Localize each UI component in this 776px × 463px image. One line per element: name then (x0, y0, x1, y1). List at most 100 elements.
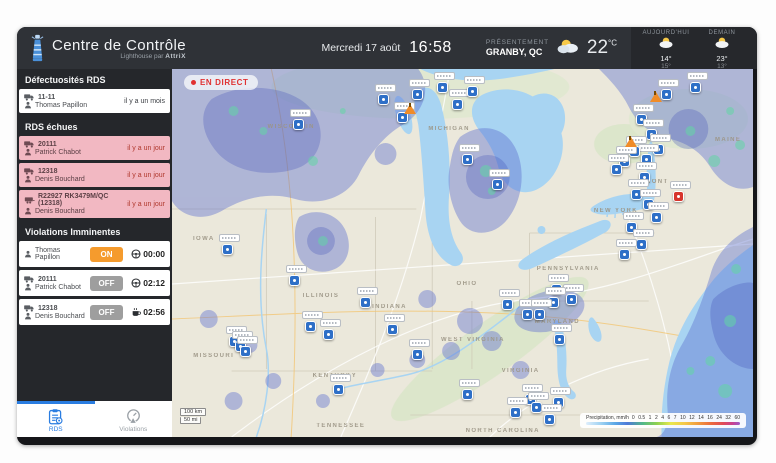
weather-map[interactable]: WISCONSINMICHIGANIOWAILLINOISINDIANAOHIO… (172, 69, 757, 437)
tab-rds[interactable]: RDS (17, 401, 95, 437)
vehicle-marker[interactable] (378, 94, 389, 105)
forecast-tomorrow: DEMAIN 23° 13° (701, 30, 743, 69)
unit-id: 12318 (38, 168, 57, 175)
truck-icon (24, 93, 35, 101)
vehicle-label-tag (320, 319, 341, 327)
scale-km: 100 km (180, 408, 206, 416)
alert-marker[interactable] (673, 191, 684, 202)
violation-card[interactable]: 20111 Patrick Chabot OFF 02:12 (19, 270, 170, 296)
vehicle-marker[interactable] (510, 407, 521, 418)
vehicle-marker[interactable] (566, 294, 577, 305)
state-label: INDIANA (372, 304, 407, 310)
truck-icon (24, 304, 35, 312)
warning-marker-icon[interactable] (625, 137, 637, 147)
overdue-card[interactable]: 20111 Patrick Chabot il y a un jour (19, 136, 170, 160)
driver-name: Patrick Chabot (35, 149, 81, 156)
vehicle-marker[interactable] (412, 89, 423, 100)
violation-card[interactable]: Thomas Papillon ON 00:00 (19, 241, 170, 267)
vehicle-marker[interactable] (412, 349, 423, 360)
timer-value: 02:56 (143, 307, 165, 317)
vehicle-marker[interactable] (492, 179, 503, 190)
vehicle-marker[interactable] (636, 239, 647, 250)
vehicle-marker[interactable] (534, 309, 545, 320)
vehicle-marker[interactable] (360, 297, 371, 308)
overdue-card[interactable]: R22927 RK3479M/QC (12318) Denis Bouchard… (19, 190, 170, 218)
duty-status-toggle[interactable]: ON (90, 247, 123, 262)
vehicle-marker[interactable] (323, 329, 334, 340)
vehicle-marker[interactable] (611, 164, 622, 175)
vehicle-marker[interactable] (690, 82, 701, 93)
vehicle-label-tag (633, 229, 654, 237)
legend-value: 10 (680, 415, 686, 421)
legend-value: 7 (674, 415, 677, 421)
vehicle-label-tag (541, 404, 562, 412)
tab-violations[interactable]: Violations (95, 401, 173, 437)
vehicle-marker[interactable] (222, 244, 233, 255)
vehicle-marker[interactable] (387, 324, 398, 335)
overdue-card[interactable]: 12318 Denis Bouchard il y a un jour (19, 163, 170, 187)
vehicle-marker[interactable] (437, 82, 448, 93)
cloud-sun-icon (555, 37, 581, 60)
vehicle-label-tag (687, 72, 708, 80)
duty-status-toggle[interactable]: OFF (90, 305, 123, 320)
duty-status-toggle[interactable]: OFF (90, 276, 123, 291)
legend-value: 0.5 (638, 415, 645, 421)
timer-value: 00:00 (143, 249, 165, 259)
vehicle-marker[interactable] (462, 389, 473, 400)
truck-icon (24, 140, 35, 148)
driver-name: Thomas Papillon (35, 247, 86, 261)
vehicle-marker[interactable] (289, 275, 300, 286)
driver-name: Denis Bouchard (35, 313, 85, 320)
vehicle-marker[interactable] (452, 99, 463, 110)
header-time: 16:58 (409, 39, 452, 57)
legend-value: 1 (649, 415, 652, 421)
defect-card[interactable]: 11-11 Thomas Papillon il y a un mois (19, 89, 170, 113)
state-label: ILLINOIS (303, 293, 340, 299)
vehicle-label-tag (658, 79, 679, 87)
vehicle-label-tag (545, 287, 566, 295)
legend-value: 24 (716, 415, 722, 421)
warning-marker-icon[interactable] (650, 92, 662, 102)
unit-id: 12318 (38, 305, 57, 312)
vehicle-marker[interactable] (522, 309, 533, 320)
legend-value: 0 (632, 415, 635, 421)
header-date: Mercredi 17 août (321, 42, 400, 54)
app-title: Centre de Contrôle (52, 37, 186, 54)
state-label: IOWA (193, 236, 215, 242)
vehicle-marker[interactable] (240, 346, 251, 357)
vehicle-label-tag (409, 339, 430, 347)
vehicle-label-tag (608, 154, 629, 162)
vehicle-marker[interactable] (544, 414, 555, 425)
logo: Centre de Contrôle Lighthouse par AttriX (29, 34, 186, 62)
vehicle-marker[interactable] (305, 321, 316, 332)
state-label: MISSOURI (193, 353, 234, 359)
vehicle-marker[interactable] (554, 334, 565, 345)
vehicle-marker[interactable] (462, 154, 473, 165)
coffee-icon (131, 307, 141, 317)
vehicle-label-tag (237, 336, 258, 344)
vehicle-marker[interactable] (619, 249, 630, 260)
person-icon (24, 312, 32, 320)
steering-wheel-icon (131, 249, 141, 259)
warning-marker-icon[interactable] (404, 104, 416, 114)
live-badge[interactable]: EN DIRECT (184, 75, 258, 90)
vehicle-marker[interactable] (651, 212, 662, 223)
vehicle-label-tag (550, 387, 571, 395)
vehicle-marker[interactable] (467, 86, 478, 97)
live-badge-label: EN DIRECT (200, 78, 249, 87)
vehicle-marker[interactable] (333, 384, 344, 395)
vehicle-marker[interactable] (293, 119, 304, 130)
header: Centre de Contrôle Lighthouse par AttriX… (17, 27, 757, 69)
vehicle-label-tag (459, 379, 480, 387)
vehicle-marker[interactable] (502, 299, 513, 310)
clipboard-icon (47, 408, 64, 425)
vehicle-label-tag (616, 146, 637, 154)
vehicle-label-tag (302, 311, 323, 319)
tab-violations-label: Violations (119, 426, 147, 433)
person-icon (24, 175, 32, 183)
vehicle-label-tag (219, 234, 240, 242)
legend-value: 4 (661, 415, 664, 421)
vehicle-label-tag (636, 162, 657, 170)
violation-card[interactable]: 12318 Denis Bouchard OFF 02:56 (19, 299, 170, 325)
vehicle-marker[interactable] (661, 89, 672, 100)
